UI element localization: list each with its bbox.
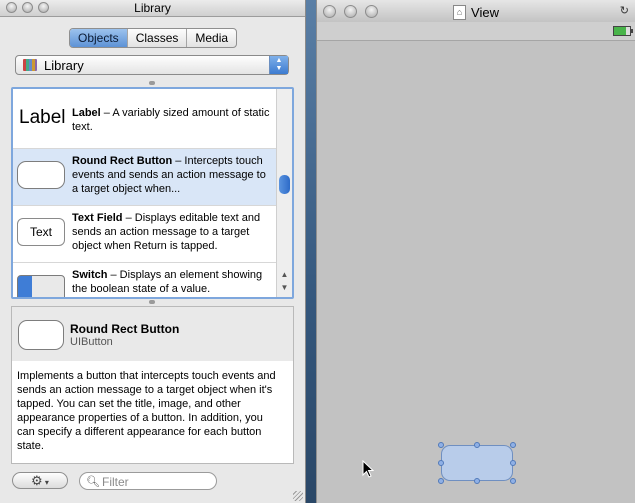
chevron-down-icon: ▾	[42, 478, 49, 487]
tab-classes[interactable]: Classes	[128, 29, 188, 47]
tab-objects[interactable]: Objects	[70, 29, 128, 47]
minimize-button[interactable]	[344, 5, 357, 18]
detail-description: Implements a button that intercepts touc…	[17, 370, 276, 452]
object-list: Label Label – A variably sized amount of…	[11, 87, 294, 299]
scroll-down-arrow-icon[interactable]: ▼	[279, 282, 290, 294]
round-rect-button-icon	[18, 320, 64, 350]
view-title: View	[471, 4, 499, 20]
library-group-popup[interactable]: Library ▲ ▼	[15, 55, 289, 75]
resize-handle-bottom[interactable]	[474, 478, 480, 484]
search-icon: 🔍︎	[86, 476, 100, 488]
scrollbar-thumb[interactable]	[279, 175, 290, 194]
simulated-status-bar	[317, 22, 635, 41]
object-detail-pane: Round Rect Button UIButton Implements a …	[11, 306, 294, 464]
label-icon: Label	[19, 107, 66, 128]
library-tabs: Objects Classes Media	[69, 28, 238, 48]
tab-media[interactable]: Media	[187, 29, 236, 47]
resize-handle-top-right[interactable]	[510, 442, 516, 448]
list-item[interactable]: Switch – Displays an element showing the…	[13, 263, 276, 297]
zoom-button[interactable]	[38, 2, 49, 13]
item-description: – A variably sized amount of static text…	[72, 107, 270, 133]
filter-search-field[interactable]: 🔍︎	[79, 472, 217, 490]
minimize-button[interactable]	[22, 2, 33, 13]
library-titlebar[interactable]: Library	[0, 0, 305, 17]
list-item-selected[interactable]: Round Rect Button – Intercepts touch eve…	[13, 149, 276, 206]
list-item[interactable]: Text Text Field – Displays editable text…	[13, 206, 276, 263]
detail-header: Round Rect Button UIButton	[12, 307, 293, 361]
resize-handle-bottom-left[interactable]	[438, 478, 444, 484]
detail-class-name: UIButton	[70, 336, 113, 348]
zoom-button[interactable]	[365, 5, 378, 18]
library-title: Library	[134, 1, 171, 15]
selected-round-rect-button[interactable]	[438, 442, 516, 484]
resize-handle-top[interactable]	[474, 442, 480, 448]
round-rect-button-icon	[17, 161, 65, 189]
resize-handle-bottom-right[interactable]	[510, 478, 516, 484]
detail-object-name: Round Rect Button	[70, 322, 180, 336]
battery-icon	[613, 26, 633, 36]
item-name: Text Field	[72, 212, 123, 224]
rotate-arrow-icon[interactable]: ↻	[620, 0, 629, 22]
resize-grip-icon[interactable]	[293, 491, 303, 501]
window-controls	[323, 5, 378, 18]
button-body[interactable]	[441, 445, 513, 481]
scroll-up-arrow-icon[interactable]: ▲	[279, 269, 290, 281]
library-group-value: Library	[44, 58, 84, 73]
window-controls	[6, 2, 49, 13]
item-name: Label	[72, 107, 101, 119]
nib-document-icon: ⌂	[453, 5, 467, 20]
books-icon	[23, 59, 37, 71]
splitter-bottom[interactable]	[149, 300, 155, 304]
action-menu-button[interactable]: ⚙ ▾	[12, 472, 68, 489]
text-field-icon: Text	[17, 218, 65, 246]
item-name: Switch	[72, 269, 108, 281]
library-panel: Library Objects Classes Media Library ▲ ▼…	[0, 0, 306, 503]
switch-icon	[17, 275, 65, 297]
resize-handle-right[interactable]	[510, 460, 516, 466]
list-item[interactable]: Label Label – A variably sized amount of…	[13, 92, 276, 149]
gear-icon: ⚙	[31, 473, 43, 488]
up-down-arrows-icon: ▲ ▼	[269, 56, 288, 74]
resize-handle-top-left[interactable]	[438, 442, 444, 448]
desktop-background	[306, 0, 316, 503]
close-button[interactable]	[323, 5, 336, 18]
view-titlebar[interactable]: ⌂ View ↻	[317, 0, 635, 23]
view-window: ⌂ View ↻	[316, 0, 635, 503]
item-name: Round Rect Button	[72, 155, 173, 167]
object-list-scrollbar[interactable]: ▲ ▼	[276, 89, 292, 297]
splitter-top[interactable]	[149, 81, 155, 85]
filter-input[interactable]	[100, 474, 214, 490]
resize-handle-left[interactable]	[438, 460, 444, 466]
close-button[interactable]	[6, 2, 17, 13]
